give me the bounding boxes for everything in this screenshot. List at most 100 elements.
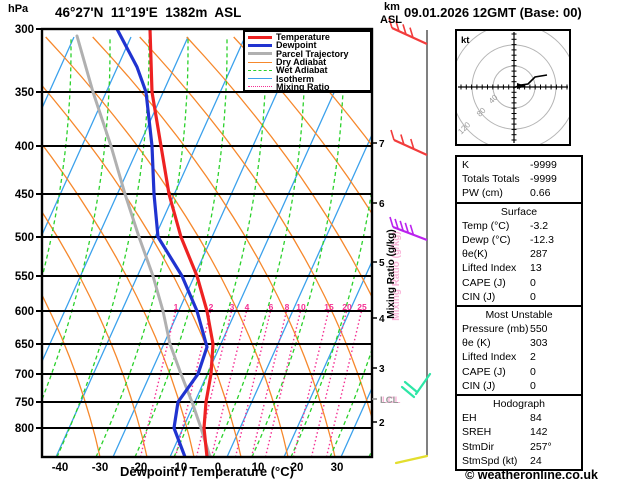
- svg-text:10: 10: [296, 302, 306, 312]
- hodograph: 4080120kt: [455, 29, 571, 146]
- table-row: EH 84: [457, 411, 581, 425]
- altitude-unit-km-label: km: [384, 1, 400, 13]
- table-row: StmSpd (kt) 24: [457, 454, 581, 468]
- temperature-trace: [148, 29, 215, 457]
- table-row: CIN (J) 0: [457, 290, 581, 304]
- x-axis-title: Dewpoint / Temperature (°C): [120, 464, 294, 479]
- table-row-value: 13: [530, 262, 542, 275]
- table-row-label: CAPE (J): [462, 276, 506, 289]
- table-row-label: StmDir: [462, 440, 495, 453]
- table-row-value: -9999: [530, 159, 557, 171]
- legend-box: Temperature Dewpoint Parcel Trajectory Dry …: [243, 30, 372, 92]
- legend-swatch: [248, 43, 272, 47]
- table-row-label: SREH: [462, 426, 492, 439]
- table-row-label: Dewp (°C): [462, 233, 511, 246]
- km-tick-label: 3: [379, 364, 385, 375]
- table-row-label: CIN (J): [462, 290, 496, 303]
- table-row: Lifted Index 13: [457, 261, 581, 275]
- table-row: StmDir 257°: [457, 440, 581, 454]
- svg-text:15: 15: [324, 302, 334, 312]
- legend-swatch: [248, 86, 272, 88]
- pressure-tick-label: 800: [15, 423, 34, 435]
- table-section-header: Surface: [500, 205, 538, 218]
- table-row: PW (cm) 0.66: [457, 186, 581, 200]
- svg-text:8: 8: [285, 302, 290, 312]
- svg-text:20: 20: [342, 302, 352, 312]
- table-section-indices: K -9999 Totals Totals -9999 PW (cm) 0.66: [457, 157, 581, 202]
- svg-text:6: 6: [269, 302, 274, 312]
- table-row: Pressure (mb) 550: [457, 322, 581, 336]
- table-row: θe (K) 303: [457, 336, 581, 350]
- table-row-label: Totals Totals: [462, 173, 520, 186]
- table-row-value: 0: [530, 365, 536, 378]
- table-row: Temp (°C) -3.2: [457, 219, 581, 233]
- legend-swatch: [248, 61, 272, 63]
- table-row-value: 287: [530, 248, 548, 261]
- table-row-value: 142: [530, 426, 548, 439]
- parcel-trace: [75, 34, 212, 457]
- table-row-label: EH: [462, 412, 477, 425]
- table-row-value: 303: [530, 337, 548, 350]
- table-row-label: θe(K): [462, 248, 488, 261]
- pressure-unit-label: hPa: [8, 3, 29, 15]
- mixing-ratio-lines: [139, 308, 363, 457]
- table-section-hodograph: Hodograph EH 84 SREH 142 StmDir 257° StmSpd (kt…: [457, 394, 581, 469]
- table-row: K -9999: [457, 158, 581, 172]
- legend-swatch: [248, 78, 272, 80]
- table-row-value: 2: [530, 351, 536, 364]
- mixing-axis-label: Mixing Ratio (g/kg)Mixing Ratio (g/kg): [386, 229, 402, 320]
- svg-text:25: 25: [357, 302, 367, 312]
- table-section-most-unstable: Most Unstable Pressure (mb) 550 θe (K) 303 Li…: [457, 304, 581, 394]
- table-section-surface: Surface Temp (°C) -3.2 Dewp (°C) -12.3 θe(K) 2…: [457, 201, 581, 305]
- table-row-value: -3.2: [530, 219, 549, 232]
- svg-text:3: 3: [230, 302, 235, 312]
- table-section-header: Hodograph: [493, 398, 545, 410]
- legend-swatch: [248, 35, 272, 39]
- svg-text:2: 2: [209, 302, 214, 312]
- table-row-label: StmSpd (kt): [462, 454, 518, 467]
- pressure-tick-label: 500: [15, 232, 34, 244]
- table-row-label: CIN (J): [462, 379, 496, 392]
- table-row-value: 0: [530, 276, 536, 289]
- pressure-tick-label: 750: [15, 397, 34, 409]
- pressure-tick-label: 600: [15, 306, 34, 318]
- station-title: 46°27'N 11°19'E 1382m ASL: [55, 5, 242, 20]
- table-row: Totals Totals -9999: [457, 172, 581, 186]
- altitude-unit-asl-label: ASL: [380, 14, 402, 26]
- km-tick-label: 5: [379, 258, 385, 269]
- table-row-label: Lifted Index: [462, 262, 517, 275]
- legend-item-mixing-ratio: Mixing Ratio: [248, 82, 370, 91]
- table-row-value: 24: [530, 454, 542, 467]
- sounding-chart-page: 300 350 400 450 500 550 600 650 700 750 800 1 2 3 4 6 8 1…: [0, 0, 629, 486]
- km-tick-label: 7: [379, 139, 385, 150]
- indices-table: K -9999 Totals Totals -9999 PW (cm) 0.66 Surfa…: [455, 155, 583, 471]
- table-row-label: CAPE (J): [462, 365, 506, 378]
- wind-barb-400hPa: [390, 129, 428, 157]
- copyright-footer: © weatheronline.co.uk: [465, 468, 598, 482]
- table-row-value: 0: [530, 379, 536, 392]
- pressure-tick-label: 300: [15, 24, 34, 36]
- table-row-value: 0: [530, 290, 536, 303]
- pressure-tick-label: 400: [15, 141, 34, 153]
- pressure-tick-label: 450: [15, 189, 34, 201]
- legend-swatch: [248, 69, 272, 71]
- table-row: θe(K) 287: [457, 247, 581, 261]
- pressure-tick-label: 550: [15, 271, 34, 283]
- table-row: SREH 142: [457, 425, 581, 439]
- table-row-value: 0.66: [530, 187, 551, 200]
- table-row-value: 550: [530, 323, 548, 336]
- table-row-value: 84: [530, 412, 542, 425]
- svg-text:1: 1: [174, 302, 179, 312]
- table-row-value: -12.3: [530, 233, 554, 246]
- svg-text:Mixing Ratio (g/kg): Mixing Ratio (g/kg): [386, 229, 397, 318]
- table-section-header: Most Unstable: [485, 308, 553, 321]
- svg-text:4: 4: [245, 302, 250, 312]
- km-tick-label: 4: [379, 314, 385, 325]
- pressure-tick-label: 650: [15, 339, 34, 351]
- table-row-label: Temp (°C): [462, 219, 510, 232]
- table-row: Dewp (°C) -12.3: [457, 233, 581, 247]
- km-tick-label: 6: [379, 199, 385, 210]
- table-row-label: Lifted Index: [462, 351, 517, 364]
- legend-swatch: [248, 52, 272, 56]
- table-row-label: K: [462, 159, 470, 171]
